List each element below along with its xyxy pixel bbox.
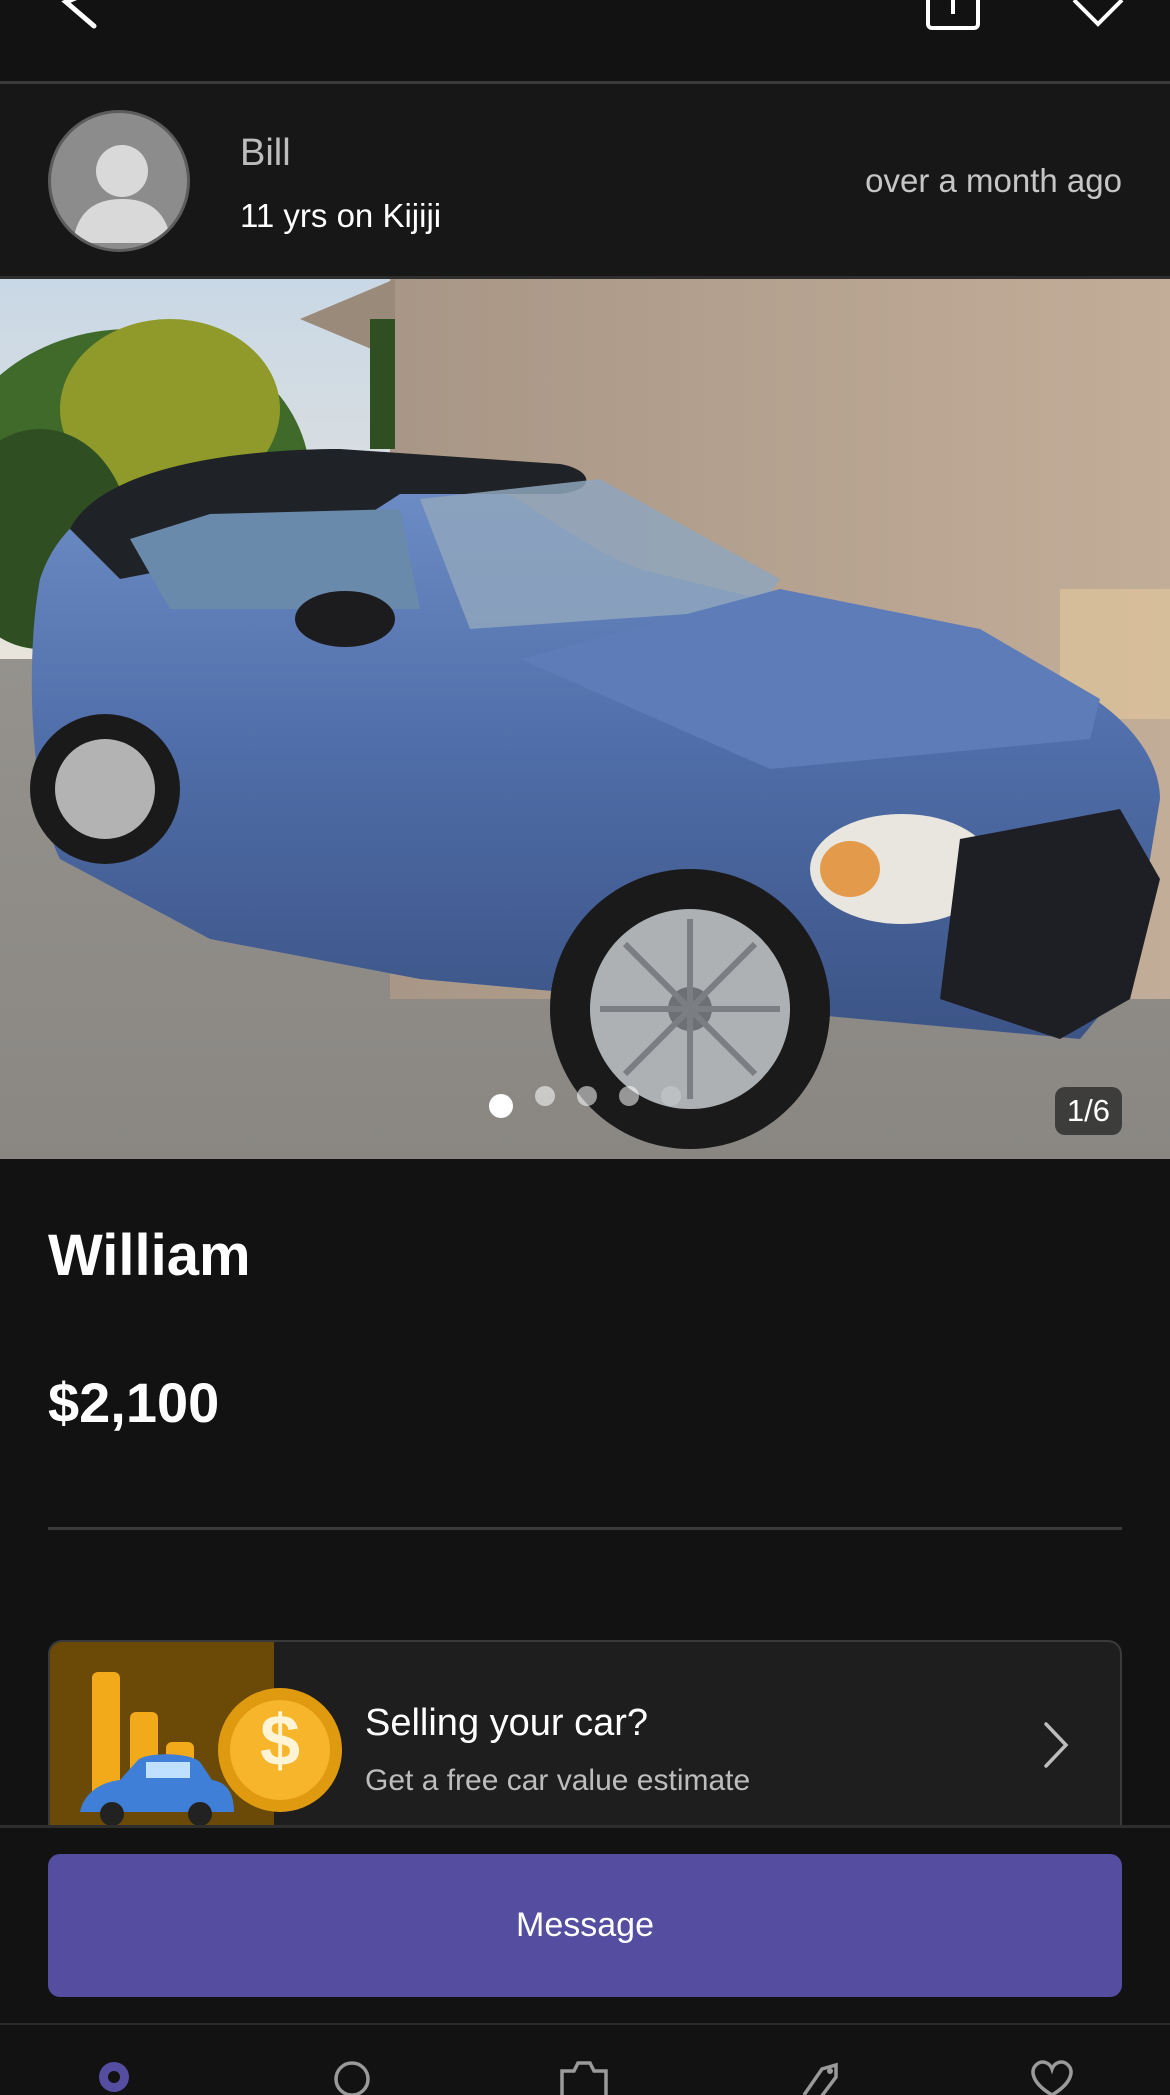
top-bar [0, 0, 1170, 84]
pagination-dot-active[interactable] [489, 1094, 513, 1118]
bottom-tab-bar [0, 2023, 1170, 2095]
tag-icon[interactable] [790, 2055, 850, 2095]
search-icon[interactable] [322, 2055, 382, 2095]
home-icon[interactable] [84, 2055, 144, 2095]
pagination-dot[interactable] [535, 1086, 555, 1106]
posted-time: over a month ago [865, 162, 1122, 199]
photo-gallery[interactable]: 1/6 [0, 279, 1170, 1159]
seller-tenure: 11 yrs on Kijiji [240, 197, 442, 234]
promo-subtitle: Get a free car value estimate [365, 1764, 751, 1797]
car-value-promo-card[interactable]: $ Selling your car? Get a free car value… [48, 1640, 1122, 1840]
default-avatar-icon [73, 145, 171, 243]
dollar-sign-icon: $ [259, 1701, 301, 1781]
listing-price: $2,100 [48, 1371, 220, 1434]
pagination-dot[interactable] [619, 1086, 639, 1106]
listing-title: William [48, 1223, 251, 1288]
avatar[interactable] [48, 110, 190, 252]
pagination-dot[interactable] [577, 1086, 597, 1106]
seller-header[interactable]: Bill 11 yrs on Kijiji over a month ago [0, 84, 1170, 279]
share-icon[interactable] [922, 0, 984, 34]
camera-icon[interactable] [554, 2055, 614, 2095]
photo-counter: 1/6 [1054, 1087, 1122, 1135]
bottom-panel: Message [0, 1825, 1170, 2095]
promo-title: Selling your car? [365, 1702, 649, 1744]
message-button[interactable]: Message [48, 1854, 1122, 1997]
seller-name[interactable]: Bill [240, 132, 291, 175]
chevron-right-icon[interactable] [1040, 1720, 1070, 1770]
heart-icon[interactable] [1070, 0, 1126, 30]
back-arrow-icon[interactable] [52, 0, 112, 40]
gallery-pagination [0, 1086, 1170, 1118]
heart-icon[interactable] [1022, 2055, 1082, 2095]
listing-photo[interactable] [0, 279, 1170, 1159]
promo-illustration: $ [50, 1642, 342, 1838]
pagination-dot[interactable] [661, 1086, 681, 1106]
divider [48, 1527, 1122, 1530]
